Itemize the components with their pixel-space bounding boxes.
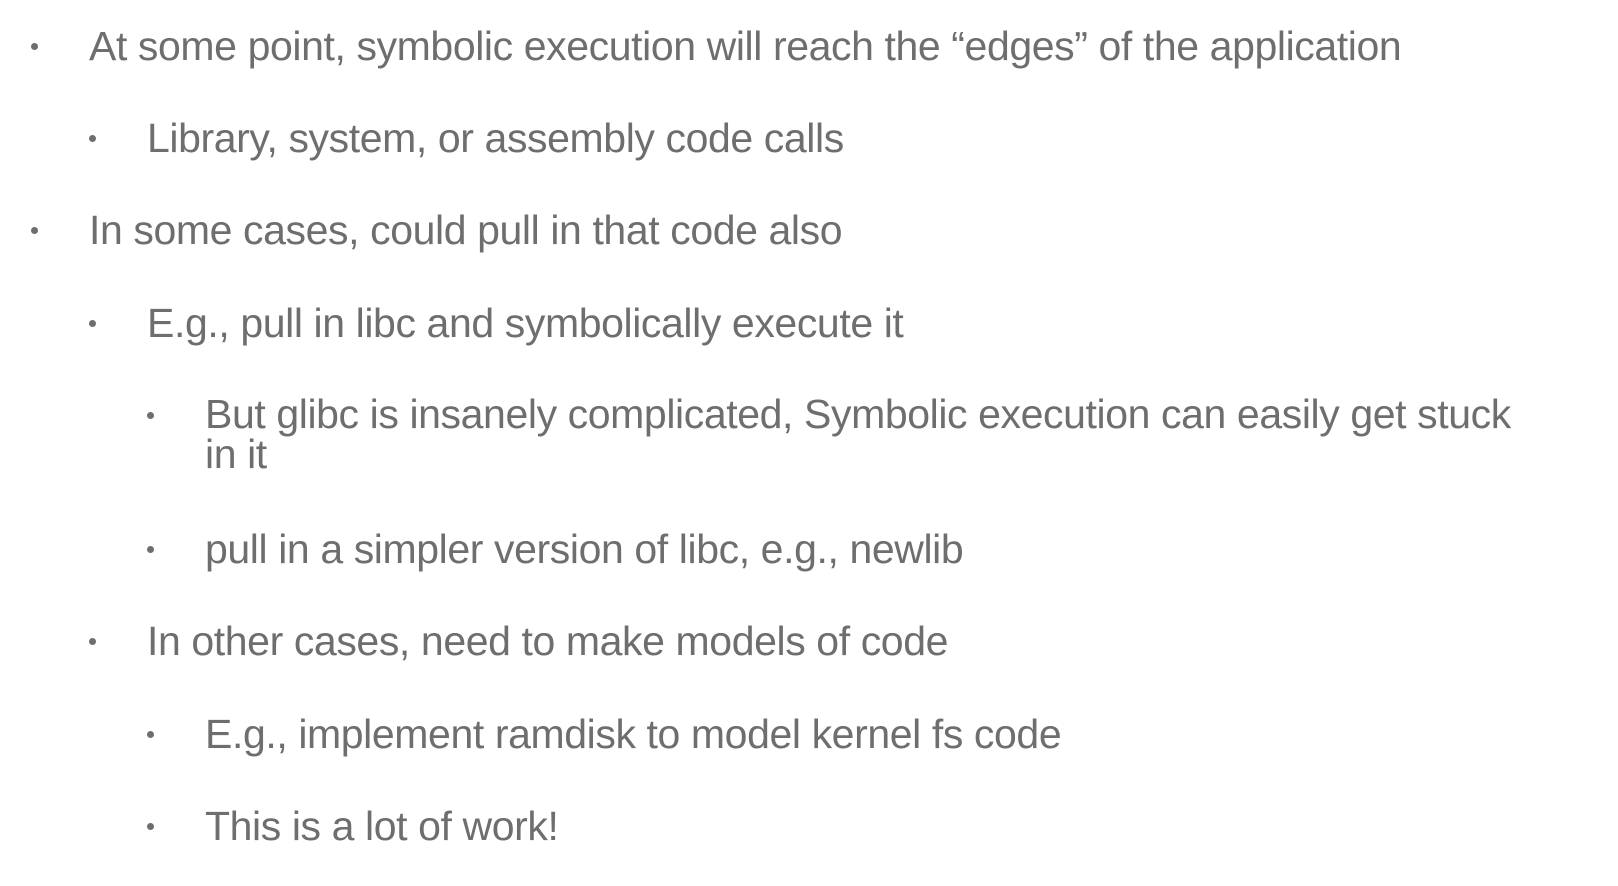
bullet-dot-icon	[147, 546, 154, 553]
bullet-text: Library, system, or assembly code calls	[147, 115, 844, 161]
bullet-dot-icon	[31, 227, 38, 234]
bullet-text: But glibc is insanely complicated, Symbo…	[205, 391, 1511, 477]
bullet-text: E.g., pull in libc and symbolically exec…	[147, 300, 904, 346]
bullet-dot-icon	[89, 320, 96, 327]
bullet-level1: In some cases, could pull in that code a…	[31, 207, 843, 253]
bullet-level2: Library, system, or assembly code calls	[89, 117, 844, 159]
bullet-text: pull in a simpler version of libc, e.g.,…	[205, 526, 964, 572]
bullet-dot-icon	[89, 638, 96, 645]
bullet-dot-icon	[89, 135, 96, 142]
bullet-level3: E.g., implement ramdisk to model kernel …	[147, 711, 1062, 757]
slide: At some point, symbolic execution will r…	[0, 0, 1618, 886]
bullet-dot-icon	[147, 412, 154, 419]
bullet-level3: But glibc is insanely complicated, Symbo…	[147, 391, 1535, 477]
bullet-text: In other cases, need to make models of c…	[147, 618, 948, 664]
bullet-level2: E.g., pull in libc and symbolically exec…	[89, 300, 904, 346]
bullet-dot-icon	[147, 731, 154, 738]
bullet-text: This is a lot of work!	[205, 803, 559, 849]
bullet-text: E.g., implement ramdisk to model kernel …	[205, 711, 1062, 757]
bullet-level3: This is a lot of work!	[147, 803, 559, 849]
bullet-level2: In other cases, need to make models of c…	[89, 620, 948, 662]
bullet-level1: At some point, symbolic execution will r…	[31, 23, 1402, 69]
bullet-dot-icon	[147, 823, 154, 830]
bullet-dot-icon	[31, 43, 38, 50]
bullet-text: In some cases, could pull in that code a…	[89, 207, 843, 253]
bullet-level3: pull in a simpler version of libc, e.g.,…	[147, 526, 964, 572]
bullet-text: At some point, symbolic execution will r…	[89, 23, 1402, 69]
